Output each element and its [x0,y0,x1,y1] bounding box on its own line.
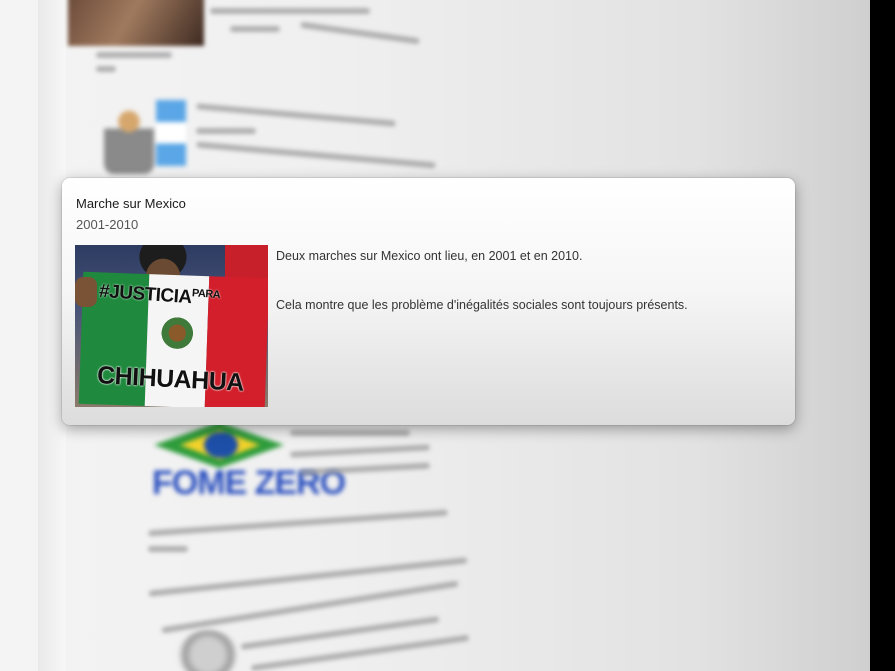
blurred-text-line [289,444,431,458]
event-paragraph: Cela montre que les problème d'inégalité… [276,298,688,312]
blurred-text-line [148,546,188,552]
event-description: Deux marches sur Mexico ont lieu, en 200… [276,248,776,346]
blurred-text-line [300,21,420,45]
blurred-date [96,66,116,72]
blurred-text-line [210,8,370,14]
event-detail-card[interactable]: Marche sur Mexico 2001-2010 #JUSTICIAPAR… [62,178,795,425]
blurred-photo [68,0,204,46]
blurred-text-line [290,430,410,436]
right-edge-shadow [870,0,895,671]
event-photo: #JUSTICIAPARA CHIHUAHUA [75,245,268,407]
event-paragraph: Deux marches sur Mexico ont lieu, en 200… [276,249,583,263]
blurred-portrait [178,630,238,671]
protester-hand [75,277,97,307]
blurred-text-line [196,128,256,134]
event-dates: 2001-2010 [76,217,139,232]
blurred-text-line [230,26,280,32]
blurred-heading [96,52,172,58]
blurred-text-line [196,141,436,169]
blurred-caricature [98,98,190,178]
blurred-fome-zero-logo: FOME ZERO [150,412,346,520]
blurred-text-line [196,103,396,127]
event-title: Marche sur Mexico [76,196,186,211]
